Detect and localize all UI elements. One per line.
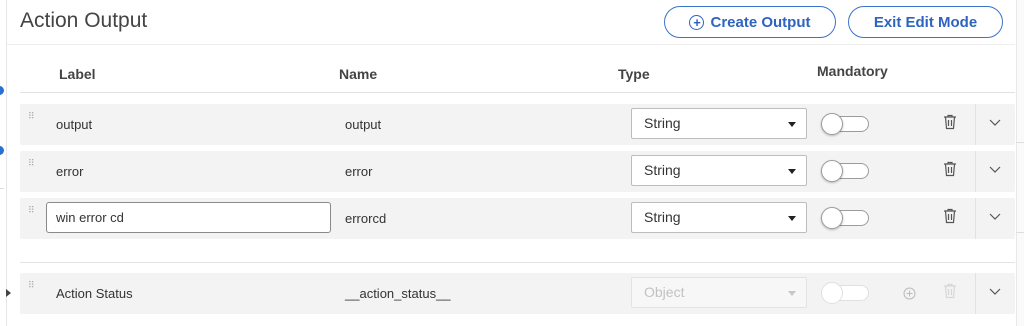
label-input[interactable]: win error cd (46, 202, 331, 233)
type-select-value: String (644, 162, 681, 178)
header-divider (7, 44, 1015, 45)
caret-down-icon (788, 122, 796, 127)
adjacent-panel-edge (1016, 0, 1024, 326)
toggle-knob (821, 282, 843, 304)
chevron-down-icon[interactable] (988, 211, 1002, 221)
drag-handle-icon[interactable]: ⠿ (28, 206, 36, 215)
row-label: Action Status (56, 286, 133, 301)
row-label[interactable]: error (56, 164, 83, 179)
type-select-value: String (644, 115, 681, 131)
type-select[interactable]: String (631, 155, 807, 186)
gutter-indicator (0, 146, 4, 155)
gutter-indicator (0, 86, 4, 95)
drag-handle-icon: ⠿ (28, 280, 35, 290)
type-select: Object (631, 277, 807, 308)
create-output-button[interactable]: + Create Output (664, 6, 836, 38)
mandatory-toggle[interactable] (821, 160, 869, 182)
toggle-knob (821, 160, 843, 182)
adjacent-panel-divider (1016, 232, 1024, 233)
row-divider (975, 104, 976, 145)
type-select[interactable]: String (631, 108, 807, 139)
chevron-down-icon[interactable] (988, 117, 1002, 127)
add-circle-icon[interactable] (903, 287, 916, 300)
mandatory-toggle[interactable] (821, 113, 869, 135)
expand-arrow-icon[interactable] (6, 289, 11, 297)
drag-handle-icon[interactable]: ⠿ (28, 112, 36, 121)
row-name: output (345, 117, 382, 132)
caret-down-icon (788, 216, 796, 221)
column-header-type: Type (618, 66, 650, 82)
type-select-value: String (644, 209, 681, 225)
table-header-divider (20, 92, 1015, 93)
trash-icon[interactable] (943, 161, 957, 177)
gutter-divider (0, 188, 4, 189)
row-name: __action_status__ (345, 286, 451, 301)
caret-down-icon (788, 291, 796, 296)
app-frame: Action Output + Create Output Exit Edit … (0, 0, 1024, 326)
column-header-mandatory: Mandatory (817, 63, 888, 79)
column-header-name: Name (339, 66, 378, 82)
trash-icon (944, 283, 956, 299)
page-title: Action Output (20, 9, 148, 32)
create-output-label: Create Output (710, 13, 811, 31)
adjacent-panel-divider (1016, 142, 1024, 143)
column-header-label: Label (59, 66, 96, 82)
table-row: ⠿ error error String (20, 151, 1015, 192)
row-label[interactable]: output (56, 117, 92, 132)
drag-handle-icon[interactable]: ⠿ (28, 159, 36, 168)
mandatory-toggle[interactable] (821, 207, 869, 229)
toggle-knob (821, 113, 843, 135)
plus-circle-icon: + (689, 14, 705, 30)
system-row: ⠿ Action Status __action_status__ Object (20, 273, 1015, 314)
system-fields-divider (20, 262, 1015, 263)
trash-icon[interactable] (943, 208, 957, 224)
type-select[interactable]: String (631, 202, 807, 233)
table-row: ⠿ output output String (20, 104, 1015, 145)
action-output-panel: Action Output + Create Output Exit Edit … (6, 0, 1015, 326)
row-name: errorcd (345, 211, 387, 226)
row-divider (975, 273, 976, 314)
type-select-value: Object (644, 284, 685, 300)
chevron-down-icon[interactable] (988, 164, 1002, 174)
exit-edit-mode-button[interactable]: Exit Edit Mode (848, 6, 1003, 38)
table-row: ⠿ win error cd errorcd String (20, 198, 1015, 239)
chevron-down-icon[interactable] (988, 286, 1002, 296)
caret-down-icon (788, 169, 796, 174)
toggle-knob (821, 207, 843, 229)
row-name: error (345, 164, 373, 179)
exit-edit-mode-label: Exit Edit Mode (873, 13, 978, 31)
trash-icon[interactable] (943, 114, 957, 130)
mandatory-toggle (821, 282, 869, 304)
row-divider (975, 151, 976, 192)
row-divider (975, 198, 976, 239)
